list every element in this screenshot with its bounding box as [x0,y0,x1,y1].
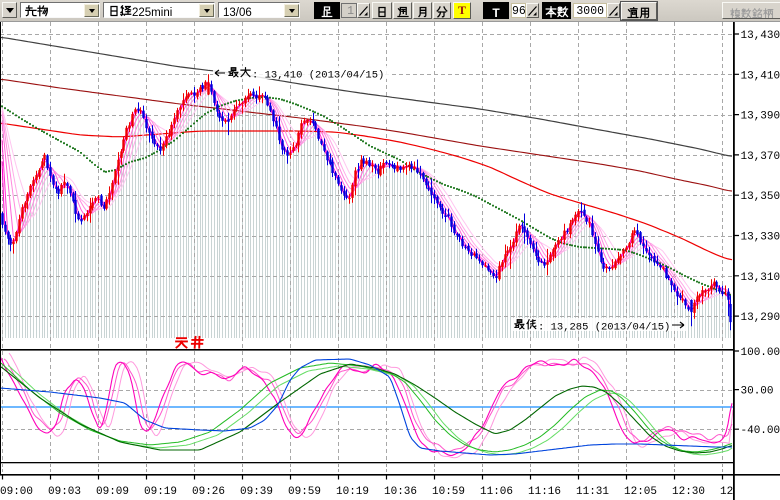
svg-text:13,390: 13,390 [741,111,780,123]
svg-text:09:39: 09:39 [240,486,273,498]
svg-text:13,430: 13,430 [741,30,780,42]
svg-text:09:59: 09:59 [288,486,321,498]
svg-text:10:19: 10:19 [336,486,369,498]
svg-text:09:19: 09:19 [144,486,177,498]
svg-text:30.00: 30.00 [741,386,774,398]
svg-text:09:03: 09:03 [48,486,81,498]
svg-text:: 13,285 (2013/04/15): : 13,285 (2013/04/15) [538,322,670,334]
svg-text:12:30: 12:30 [672,486,705,498]
svg-text:11:16: 11:16 [528,486,561,498]
svg-text:09:00: 09:00 [0,486,33,498]
svg-text:11:31: 11:31 [576,486,609,498]
svg-text:10:36: 10:36 [384,486,417,498]
svg-text:100.00: 100.00 [741,347,780,359]
svg-text:12: 12 [720,486,733,498]
svg-text:13,410: 13,410 [741,70,780,82]
svg-text:11:06: 11:06 [480,486,513,498]
svg-text:09:26: 09:26 [192,486,225,498]
svg-text:13,330: 13,330 [741,232,780,244]
svg-text:13,350: 13,350 [741,191,780,203]
svg-text:13,290: 13,290 [741,312,780,324]
svg-text:10:59: 10:59 [432,486,465,498]
svg-text:13,310: 13,310 [741,272,780,284]
svg-text:-40.00: -40.00 [741,425,780,437]
svg-text:13,370: 13,370 [741,151,780,163]
svg-text:09:09: 09:09 [96,486,129,498]
svg-text:: 13,410 (2013/04/15): : 13,410 (2013/04/15) [252,70,384,82]
svg-text:12:05: 12:05 [624,486,657,498]
